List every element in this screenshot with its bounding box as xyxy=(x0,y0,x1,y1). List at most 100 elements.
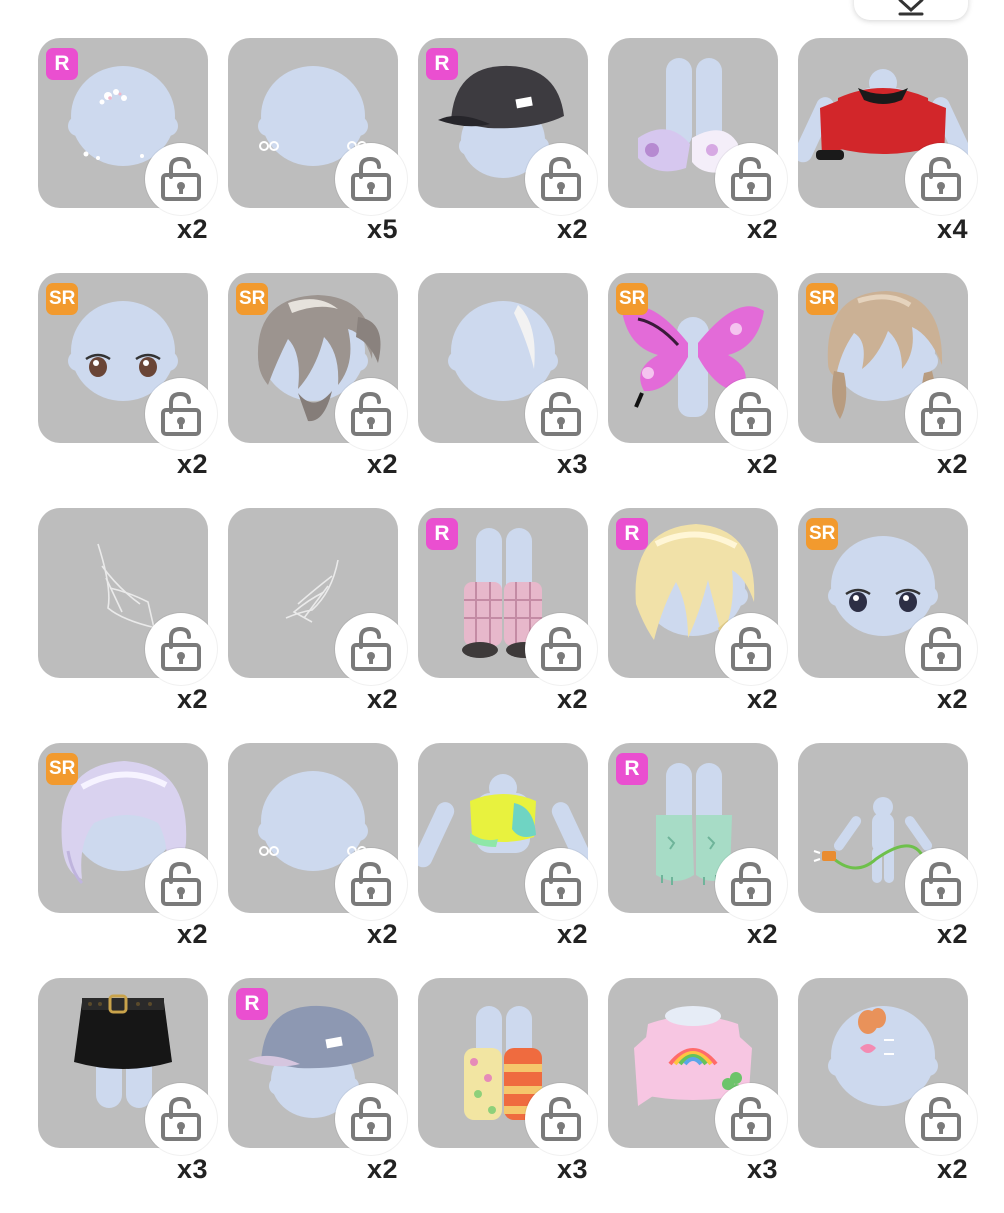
item-tile-silver-ponytail-hair[interactable]: SR x2 xyxy=(228,273,407,508)
unlock-button[interactable] xyxy=(525,143,597,215)
unlock-button[interactable] xyxy=(145,378,217,450)
item-tile-rainbow-sweater[interactable]: x3 xyxy=(608,978,787,1213)
unlock-button[interactable] xyxy=(905,1083,977,1155)
item-count: x3 xyxy=(556,1154,588,1184)
unlock-icon xyxy=(161,1096,201,1141)
item-count: x2 xyxy=(366,449,398,479)
unlock-icon xyxy=(161,156,201,201)
item-tile-charger-cable-accessory[interactable]: x2 xyxy=(798,743,977,978)
unlock-icon xyxy=(161,391,201,436)
rarity-badge: R xyxy=(236,988,268,1020)
item-count: x2 xyxy=(936,684,968,714)
item-count: x2 xyxy=(176,684,208,714)
item-tile-black-mini-skirt[interactable]: x3 xyxy=(38,978,217,1213)
unlock-icon xyxy=(921,156,961,201)
unlock-button[interactable] xyxy=(715,848,787,920)
item-tile-dark-eyes[interactable]: SR x2 xyxy=(798,508,977,743)
close-button[interactable] xyxy=(854,0,968,20)
unlock-button[interactable] xyxy=(335,378,407,450)
item-count: x2 xyxy=(556,684,588,714)
unlock-button[interactable] xyxy=(525,848,597,920)
unlock-button[interactable] xyxy=(335,1083,407,1155)
rarity-badge: SR xyxy=(46,283,79,315)
unlock-button[interactable] xyxy=(145,848,217,920)
item-tile-blonde-short-hair[interactable]: Rx2 xyxy=(608,508,787,743)
unlock-icon xyxy=(731,391,771,436)
unlock-icon xyxy=(541,156,581,201)
item-count: x4 xyxy=(936,214,968,244)
item-tile-pastel-slides[interactable]: x2 xyxy=(608,38,787,273)
item-count: x2 xyxy=(556,214,588,244)
unlock-icon xyxy=(351,861,391,906)
item-count: x2 xyxy=(936,1154,968,1184)
item-tile-white-streak-hair[interactable]: x3 xyxy=(418,273,597,508)
unlock-button[interactable] xyxy=(905,613,977,685)
unlock-button[interactable] xyxy=(715,1083,787,1155)
unlock-icon xyxy=(731,156,771,201)
item-tile-ear-studs[interactable]: x5 xyxy=(228,38,407,273)
item-tile-blue-cap[interactable]: Rx2 xyxy=(228,978,407,1213)
unlock-button[interactable] xyxy=(525,378,597,450)
item-tile-web-tattoo-right[interactable]: x2 xyxy=(228,508,407,743)
rarity-badge: R xyxy=(426,48,458,80)
unlock-icon xyxy=(921,626,961,671)
item-count: x2 xyxy=(936,449,968,479)
item-tile-black-cap[interactable]: Rx2 xyxy=(418,38,597,273)
item-tile-small-earrings[interactable]: x2 xyxy=(228,743,407,978)
item-tile-butterfly-wings[interactable]: SR x2 xyxy=(608,273,787,508)
item-count: x2 xyxy=(746,449,778,479)
unlock-icon xyxy=(921,861,961,906)
unlock-icon xyxy=(541,861,581,906)
unlock-button[interactable] xyxy=(335,613,407,685)
close-icon xyxy=(898,0,924,16)
item-tile-polka-stripe-socks[interactable]: x3 xyxy=(418,978,597,1213)
unlock-button[interactable] xyxy=(715,378,787,450)
unlock-button[interactable] xyxy=(905,378,977,450)
unlock-icon xyxy=(351,391,391,436)
unlock-button[interactable] xyxy=(905,848,977,920)
item-count: x2 xyxy=(746,214,778,244)
item-count: x2 xyxy=(176,214,208,244)
unlock-button[interactable] xyxy=(335,848,407,920)
item-tile-head-sparkle-accessory[interactable]: Rx2 xyxy=(38,38,217,273)
item-count: x3 xyxy=(746,1154,778,1184)
rarity-badge: SR xyxy=(616,283,649,315)
item-tile-mint-socks[interactable]: Rx2 xyxy=(608,743,787,978)
item-tile-blonde-braid-hair[interactable]: SR x2 xyxy=(798,273,977,508)
unlock-icon xyxy=(921,391,961,436)
item-tile-lavender-bob-hair[interactable]: SR x2 xyxy=(38,743,217,978)
unlock-button[interactable] xyxy=(525,1083,597,1155)
item-count: x5 xyxy=(366,214,398,244)
unlock-button[interactable] xyxy=(145,143,217,215)
unlock-icon xyxy=(541,391,581,436)
item-tile-plaid-leg-warmers[interactable]: Rx2 xyxy=(418,508,597,743)
unlock-button[interactable] xyxy=(715,143,787,215)
unlock-button[interactable] xyxy=(145,1083,217,1155)
unlock-icon xyxy=(731,861,771,906)
rarity-badge: SR xyxy=(46,753,79,785)
unlock-button[interactable] xyxy=(145,613,217,685)
unlock-button[interactable] xyxy=(905,143,977,215)
item-count: x2 xyxy=(746,919,778,949)
item-tile-red-cropped-jacket[interactable]: x4 xyxy=(798,38,977,273)
unlock-icon xyxy=(161,626,201,671)
item-tile-heart-hairclips[interactable]: x2 xyxy=(798,978,977,1213)
unlock-icon xyxy=(731,1096,771,1141)
item-tile-web-tattoo-left[interactable]: x2 xyxy=(38,508,217,743)
unlock-icon xyxy=(541,1096,581,1141)
unlock-button[interactable] xyxy=(715,613,787,685)
unlock-icon xyxy=(351,626,391,671)
rarity-badge: SR xyxy=(806,518,839,550)
unlock-button[interactable] xyxy=(525,613,597,685)
rarity-badge: R xyxy=(616,753,648,785)
rarity-badge: SR xyxy=(236,283,269,315)
unlock-button[interactable] xyxy=(335,143,407,215)
item-tile-brown-eyes[interactable]: SR x2 xyxy=(38,273,217,508)
item-count: x2 xyxy=(176,449,208,479)
rarity-badge: R xyxy=(46,48,78,80)
unlock-icon xyxy=(921,1096,961,1141)
unlock-icon xyxy=(731,626,771,671)
item-grid: Rx2 x5 Rx2 x2 x4 SR x2 SR x2 x3 SR x2 SR x2 x2 x2 Rx2 Rx2… xyxy=(38,38,977,1213)
item-count: x3 xyxy=(176,1154,208,1184)
item-tile-neon-crop-top[interactable]: x2 xyxy=(418,743,597,978)
